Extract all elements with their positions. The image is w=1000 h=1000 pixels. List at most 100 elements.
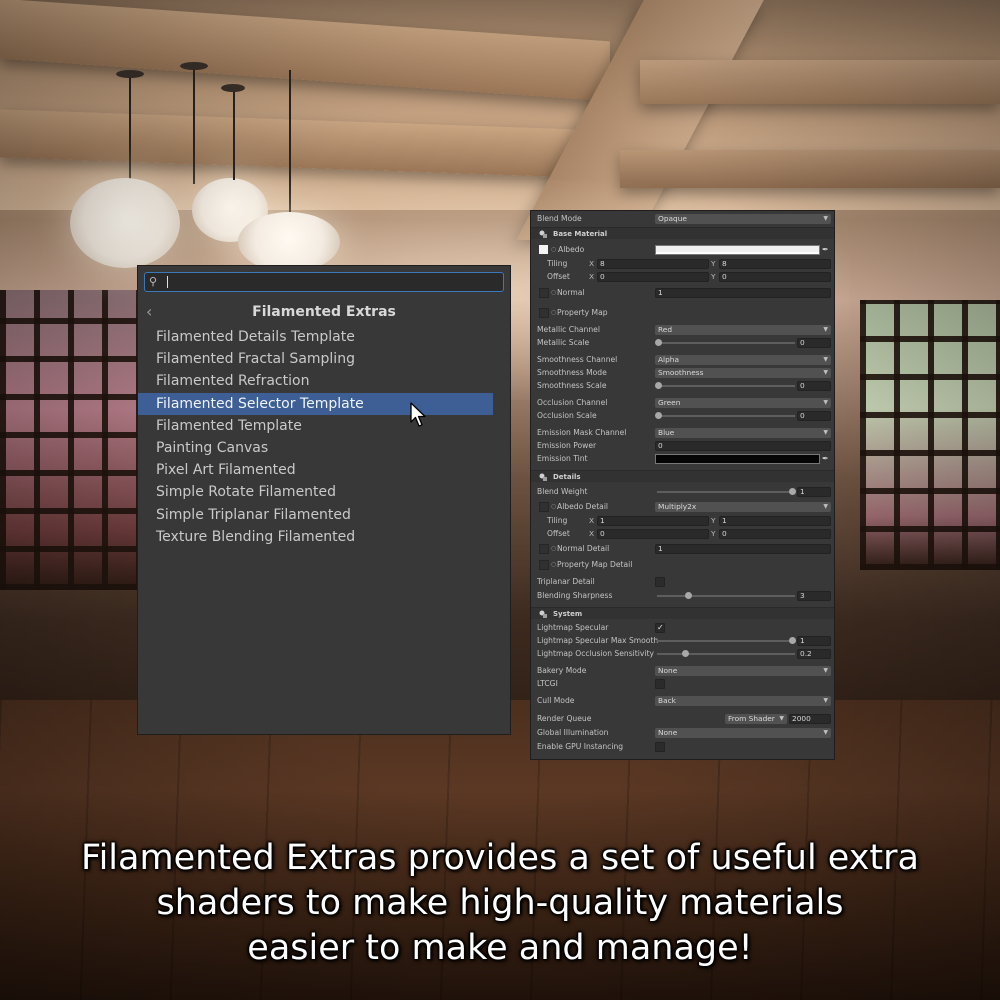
blending-sharpness-label: Blending Sharpness [537,591,613,600]
lightmap-occlusion-sensitivity-field[interactable]: 0.2 [797,649,831,659]
cull-mode-dropdown[interactable]: Back ▼ [655,696,831,706]
detail-offset-y-field[interactable]: 0 [719,529,831,539]
blend-weight-field[interactable]: 1 [797,487,831,497]
blend-mode-value: Opaque [658,214,687,223]
eyedropper-icon[interactable]: ✒ [822,245,831,255]
blend-weight-slider-track[interactable] [657,491,795,493]
emission-mask-channel-dropdown[interactable]: Blue ▼ [655,428,831,438]
caption-line: Filamented Extras provides a set of usef… [81,838,919,878]
enable-gpu-instancing-checkbox[interactable] [655,742,665,752]
base-material-section-header[interactable]: Base Material [531,227,834,239]
render-queue-source-dropdown[interactable]: From Shader ▼ [725,714,787,724]
lightmap-specular-max-smooth-field[interactable]: 1 [797,636,831,646]
shader-list-item[interactable]: Filamented Fractal Sampling [138,348,510,370]
occlusion-channel-dropdown[interactable]: Green ▼ [655,398,831,408]
smoothness-scale-slider-handle[interactable] [655,382,662,389]
occlusion-scale-field[interactable]: 0 [797,411,831,421]
emission-power-field[interactable]: 0 [655,441,831,451]
albedo-color-field[interactable] [655,245,820,255]
y-axis-label: Y [711,259,716,268]
property-map-detail-label: Property Map Detail [557,560,633,569]
ltcgi-checkbox[interactable] [655,679,665,689]
emission-power-label: Emission Power [537,441,597,450]
detail-tiling-y-field[interactable]: 1 [719,516,831,526]
shader-list-item[interactable]: Filamented Template [138,415,510,437]
chevron-down-icon: ▼ [823,356,828,363]
property-map-texture-slot[interactable] [539,308,549,318]
normal-detail-strength-field[interactable]: 1 [655,544,831,554]
emission-tint-row: Emission Tint ✒ [531,453,834,465]
smoothness-channel-dropdown[interactable]: Alpha ▼ [655,355,831,365]
albedo-texture-slot[interactable] [539,245,548,254]
metallic-scale-slider-track[interactable] [657,342,795,344]
shader-list-item[interactable]: Filamented Details Template [138,326,510,348]
triplanar-detail-checkbox[interactable] [655,577,665,587]
ltcgi-row: LTCGI [531,678,834,690]
detail-tiling-label: Tiling [547,516,568,525]
normal-row: ○ Normal 1 [531,287,834,299]
lightmap-specular-max-smooth-slider-track[interactable] [657,640,795,642]
metallic-scale-field[interactable]: 0 [797,338,831,348]
metallic-scale-slider-handle[interactable] [655,339,662,346]
offset-x-field[interactable]: 0 [597,272,709,282]
global-illumination-row: Global Illumination None ▼ [531,727,834,739]
render-queue-source-value: From Shader [728,714,775,723]
occlusion-scale-slider-handle[interactable] [655,412,662,419]
smoothness-mode-dropdown[interactable]: Smoothness ▼ [655,368,831,378]
tiling-x-field[interactable]: 8 [597,259,709,269]
global-illumination-value: None [658,728,678,737]
normal-detail-row: ○ Normal Detail 1 [531,543,834,555]
bakery-mode-label: Bakery Mode [537,666,587,675]
albedo-detail-blend-dropdown[interactable]: Multiply2x ▼ [655,502,831,512]
blending-sharpness-slider-handle[interactable] [685,592,692,599]
system-section-header[interactable]: System [531,607,834,619]
metallic-scale-row: Metallic Scale 0 [531,337,834,349]
property-map-detail-texture-slot[interactable] [539,560,549,570]
smoothness-channel-value: Alpha [658,355,680,364]
shader-list-item[interactable]: Pixel Art Filamented [138,459,510,481]
smoothness-scale-slider-track[interactable] [657,385,795,387]
occlusion-scale-slider-track[interactable] [657,415,795,417]
shader-list-item-selected[interactable]: Filamented Selector Template [138,392,493,415]
shader-list-item[interactable]: Filamented Refraction [138,370,510,392]
shader-list-item[interactable]: Painting Canvas [138,437,510,459]
shader-list-item[interactable]: Simple Triplanar Filamented [138,504,510,526]
cull-mode-value: Back [658,696,676,705]
render-queue-field[interactable]: 2000 [789,714,831,724]
smoothness-channel-row: Smoothness Channel Alpha ▼ [531,354,834,366]
search-box[interactable]: ⚲ [144,272,504,292]
normal-texture-slot[interactable] [539,288,549,298]
details-section-header[interactable]: Details [531,470,834,482]
normal-detail-texture-slot[interactable] [539,544,549,554]
tiling-y-field[interactable]: 8 [719,259,831,269]
bakery-mode-dropdown[interactable]: None ▼ [655,666,831,676]
shader-list-item[interactable]: Simple Rotate Filamented [138,481,510,503]
blend-weight-label: Blend Weight [537,487,588,496]
detail-offset-x-field[interactable]: 0 [597,529,709,539]
offset-y-field[interactable]: 0 [719,272,831,282]
smoothness-scale-field[interactable]: 0 [797,381,831,391]
blending-sharpness-slider-track[interactable] [657,595,795,597]
lightmap-specular-label: Lightmap Specular [537,623,609,632]
section-title: System [553,610,583,618]
lightmap-occlusion-sensitivity-slider-track[interactable] [657,653,795,655]
checkmark-icon: ✓ [657,623,664,632]
lightmap-occlusion-sensitivity-slider-handle[interactable] [682,650,689,657]
section-title: Details [553,473,581,481]
eyedropper-icon[interactable]: ✒ [822,454,831,464]
search-input[interactable] [165,274,499,290]
detail-tiling-x-field[interactable]: 1 [597,516,709,526]
blend-weight-slider-handle[interactable] [789,488,796,495]
emission-tint-color-field[interactable] [655,454,820,464]
blending-sharpness-field[interactable]: 3 [797,591,831,601]
lightmap-specular-max-smooth-slider-handle[interactable] [789,637,796,644]
lightmap-specular-checkbox[interactable]: ✓ [655,623,665,633]
menu-title: Filamented Extras [252,304,396,320]
shader-list-item[interactable]: Texture Blending Filamented [138,526,510,548]
normal-strength-field[interactable]: 1 [655,288,831,298]
blend-mode-dropdown[interactable]: Opaque ▼ [655,214,831,224]
global-illumination-dropdown[interactable]: None ▼ [655,728,831,738]
metallic-channel-dropdown[interactable]: Red ▼ [655,325,831,335]
lightmap-specular-max-smooth-label: Lightmap Specular Max Smooth [537,636,659,645]
albedo-detail-texture-slot[interactable] [539,502,549,512]
